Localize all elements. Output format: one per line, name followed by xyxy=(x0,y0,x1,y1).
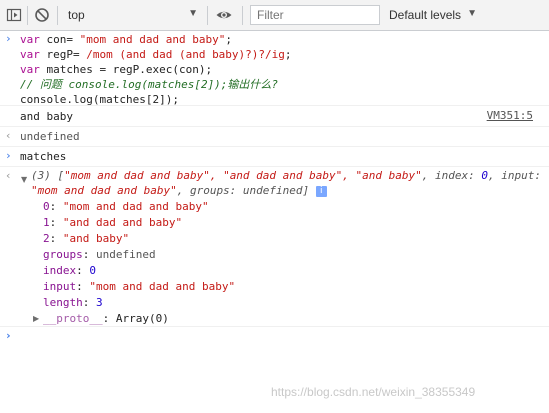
array-proto-row[interactable]: __proto__: Array(0) xyxy=(43,311,169,326)
code-text: ; xyxy=(284,48,292,61)
array-index-label: , index: xyxy=(421,169,482,182)
property-key: groups xyxy=(43,248,83,261)
sidebar-toggle-icon[interactable] xyxy=(5,6,23,24)
code-text: console.log(matches[2]); xyxy=(20,93,179,106)
toolbar-divider xyxy=(242,6,243,25)
array-input-label: , input: xyxy=(487,169,541,182)
return-arrow-icon: ‹ xyxy=(5,129,12,142)
property-key: 2 xyxy=(43,232,50,245)
array-property-row: input: "mom and dad and baby" xyxy=(43,280,236,293)
toolbar-divider xyxy=(207,6,208,25)
property-value: "and baby" xyxy=(62,232,130,245)
source-link[interactable]: VM351:5 xyxy=(487,109,533,122)
return-arrow-icon: ‹ xyxy=(5,169,12,182)
property-key: input xyxy=(43,280,77,293)
code-string: "mom and dad and baby" xyxy=(79,33,226,46)
code-regex: /mom (and dad (and baby)?)?/ig xyxy=(86,48,285,61)
property-key: length xyxy=(43,296,83,309)
array-input-value: "mom and dad and baby" xyxy=(31,184,177,197)
property-key: 1 xyxy=(43,216,50,229)
array-property-row: 2: "and baby" xyxy=(43,232,130,245)
console-prompt[interactable]: › xyxy=(0,327,549,347)
code-keyword: var xyxy=(20,48,40,61)
log-output-text: and baby xyxy=(20,110,73,123)
input-code-block: var con= "mom and dad and baby"; var reg… xyxy=(20,32,292,107)
code-keyword: var xyxy=(20,33,40,46)
array-property-row: groups: undefined xyxy=(43,248,156,261)
array-items-preview: "mom and dad and baby", "and dad and bab… xyxy=(64,169,422,182)
property-value: 3 xyxy=(96,296,103,309)
array-property-row: 0: "mom and dad and baby" xyxy=(43,200,209,213)
context-selector[interactable]: top ▼ xyxy=(62,4,204,26)
console-toolbar: top ▼ Default levels ▼ xyxy=(0,0,549,31)
console-messages: › var con= "mom and dad and baby"; var r… xyxy=(0,31,549,413)
property-key: index xyxy=(43,264,77,277)
array-index-value: 0 xyxy=(481,169,488,182)
array-summary-line2: "mom and dad and baby", groups: undefine… xyxy=(31,183,327,198)
property-value: undefined xyxy=(96,248,156,261)
log-levels-dropdown[interactable]: Default levels ▼ xyxy=(389,4,477,26)
console-return-entry: ‹ undefined xyxy=(0,127,549,147)
input-text: matches xyxy=(20,150,67,163)
prompt-chevron-icon: › xyxy=(5,149,12,162)
code-comment: // 问题 console.log(matches[2]);输出什么? xyxy=(20,78,279,91)
context-value: top xyxy=(68,8,85,22)
prompt-chevron-icon: › xyxy=(5,329,12,342)
property-value: Array(0) xyxy=(115,312,169,325)
collapse-triangle-icon[interactable]: ▶ xyxy=(33,314,39,323)
array-property-row: index: 0 xyxy=(43,264,96,277)
clear-console-icon[interactable] xyxy=(33,6,51,24)
code-text: regP= xyxy=(39,48,87,61)
console-result-entry: ‹ ▼ (3) ["mom and dad and baby", "and da… xyxy=(0,167,549,327)
eye-icon[interactable] xyxy=(215,6,233,24)
array-property-row: length: 3 xyxy=(43,296,103,309)
console-input-entry: › matches xyxy=(0,147,549,167)
log-levels-label: Default levels xyxy=(389,8,462,22)
array-summary-line1[interactable]: (3) ["mom and dad and baby", "and dad an… xyxy=(31,168,541,183)
property-value: "mom and dad and baby" xyxy=(62,200,209,213)
property-value: "and dad and baby" xyxy=(62,216,183,229)
property-value: "mom and dad and baby" xyxy=(89,280,236,293)
console-input-entry: › var con= "mom and dad and baby"; var r… xyxy=(0,31,549,106)
chevron-down-icon: ▼ xyxy=(188,8,198,19)
toolbar-divider xyxy=(27,6,28,25)
array-prefix: (3) [ xyxy=(31,169,65,182)
info-badge-icon[interactable]: i xyxy=(315,186,327,197)
array-property-row: 1: "and dad and baby" xyxy=(43,216,183,229)
toolbar-divider xyxy=(57,6,58,25)
array-groups-label: , groups: undefined] xyxy=(176,184,310,197)
prompt-chevron-icon: › xyxy=(5,32,12,45)
return-value-text: undefined xyxy=(20,130,80,143)
code-text: ; xyxy=(225,33,232,46)
code-text: con= xyxy=(39,33,80,46)
code-keyword: var xyxy=(20,63,40,76)
filter-input[interactable] xyxy=(250,5,380,25)
property-key: 0 xyxy=(43,200,50,213)
property-value: 0 xyxy=(89,264,96,277)
expand-triangle-icon[interactable]: ▼ xyxy=(21,175,27,184)
console-log-entry: and baby VM351:5 xyxy=(0,106,549,127)
watermark: https://blog.csdn.net/weixin_38355349 xyxy=(271,385,476,399)
chevron-down-icon: ▼ xyxy=(467,8,477,19)
code-text: matches = regP.exec(con); xyxy=(39,63,213,76)
property-key: __proto__ xyxy=(43,312,103,325)
